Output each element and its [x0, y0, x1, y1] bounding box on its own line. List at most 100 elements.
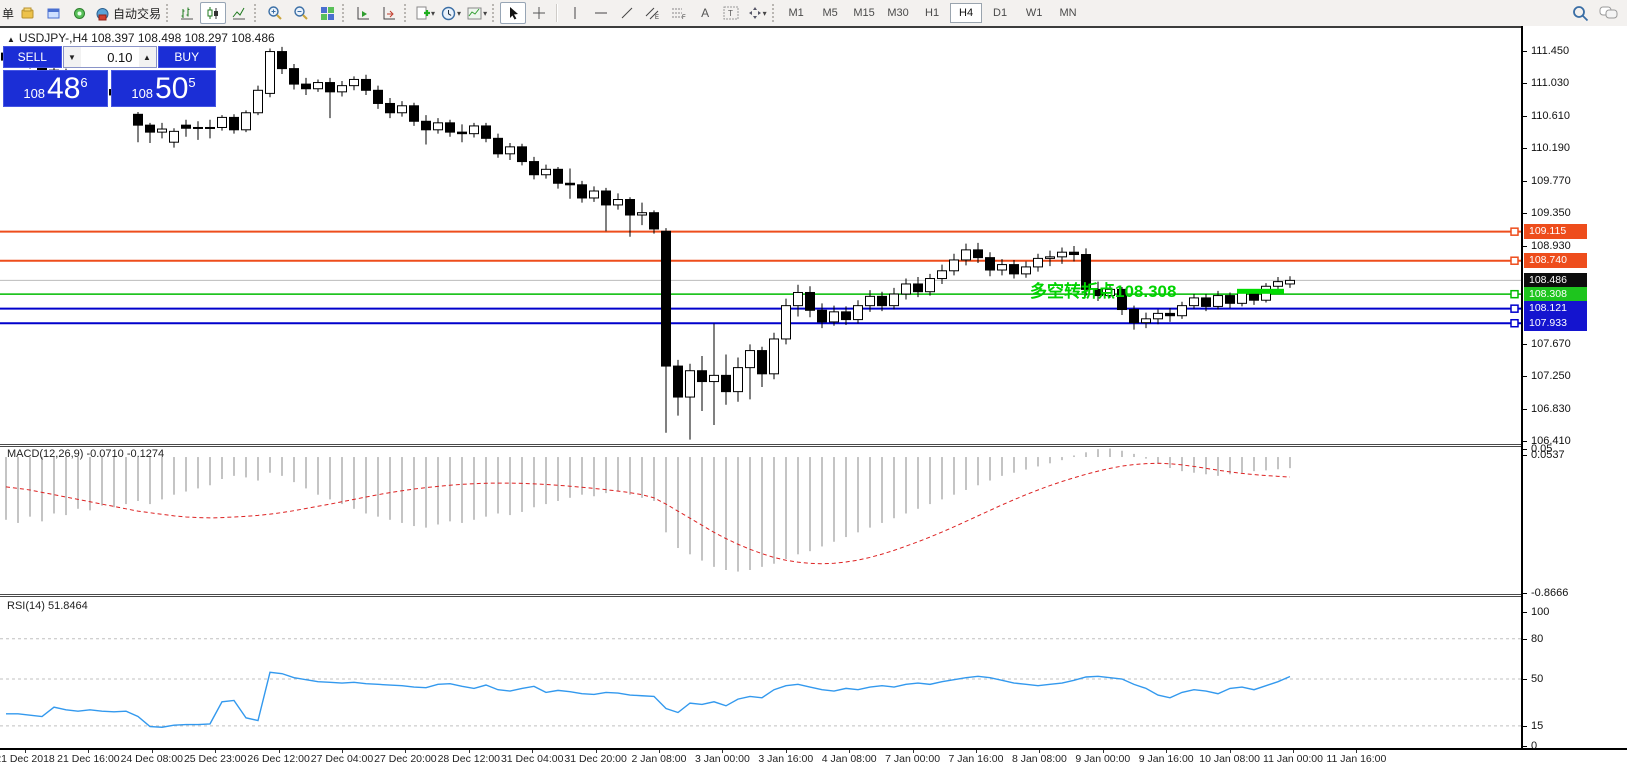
volume-decrease-button[interactable]: ▼ [64, 47, 81, 67]
axis-tick [1523, 612, 1527, 613]
navigator-icon[interactable] [40, 2, 66, 24]
vertical-line-tool[interactable] [562, 2, 588, 24]
pane-separator[interactable] [0, 444, 1627, 445]
time-label: 4 Jan 08:00 [822, 753, 877, 765]
chart-title: ▲USDJPY-,H4 108.397 108.498 108.297 108.… [7, 31, 275, 45]
timeframe-H1[interactable]: H1 [916, 3, 948, 23]
time-label: 9 Jan 16:00 [1139, 753, 1194, 765]
price-tag: 108.740 [1524, 253, 1587, 268]
timeframe-M15[interactable]: M15 [848, 3, 880, 23]
axis-tick [1523, 449, 1527, 450]
zoom-in-icon[interactable] [262, 2, 288, 24]
volume-increase-button[interactable]: ▲ [139, 47, 156, 67]
price-tag: 108.121 [1524, 301, 1587, 316]
profile-icon[interactable] [14, 2, 40, 24]
autotrading-button[interactable]: 自动交易 [92, 2, 164, 24]
bar-chart-icon[interactable] [174, 2, 200, 24]
axis-tick [1523, 726, 1527, 727]
auto-scroll-glyph [356, 6, 371, 21]
indicators-icon [415, 6, 430, 21]
text-label-tool[interactable]: T [718, 2, 744, 24]
buy-button[interactable]: BUY [158, 46, 217, 68]
templates-button[interactable]: ▾ [464, 2, 490, 24]
equidistant-channel-tool[interactable]: E [640, 2, 666, 24]
axis-tick [1523, 116, 1527, 117]
timeframe-D1[interactable]: D1 [984, 3, 1016, 23]
timeframe-W1[interactable]: W1 [1018, 3, 1050, 23]
indicators-button[interactable]: ▾ [412, 2, 438, 24]
new-order-button[interactable]: 单 [2, 5, 14, 22]
axis-tick [1523, 455, 1527, 456]
tile-windows-icon[interactable] [314, 2, 340, 24]
time-label: 2 Jan 08:00 [632, 753, 687, 765]
time-label: 31 Dec 20:00 [564, 753, 626, 765]
arrows-tool[interactable]: ▾ [744, 2, 770, 24]
price-tag: 109.115 [1524, 224, 1587, 239]
macd-indicator-label: MACD(12,26,9) -0.0710 -0.1274 [7, 448, 164, 460]
sell-price-big: 48 [47, 74, 80, 104]
auto-scroll-icon[interactable] [350, 2, 376, 24]
buy-price-prefix: 108 [131, 86, 153, 101]
volume-input[interactable] [81, 47, 139, 67]
timeframe-H4[interactable]: H4 [950, 3, 982, 23]
chevron-down-icon: ▾ [431, 9, 435, 18]
pane-separator [0, 446, 1627, 447]
axis-label: 80 [1531, 632, 1543, 646]
signal-objects-layer: 多空转折点108.308 [1030, 228, 1518, 327]
vertical-line-icon [569, 6, 581, 20]
text-tool[interactable]: A [692, 2, 718, 24]
axis-label: 109.770 [1531, 174, 1571, 188]
zoom-out-icon[interactable] [288, 2, 314, 24]
crosshair-tool[interactable] [526, 2, 552, 24]
time-axis[interactable]: 21 Dec 201821 Dec 16:0024 Dec 08:0025 De… [0, 750, 1627, 768]
search-icon[interactable] [1572, 5, 1589, 22]
axis-label: 110.190 [1531, 141, 1570, 155]
time-label: 24 Dec 08:00 [121, 753, 183, 765]
pane-separator[interactable] [0, 594, 1627, 595]
axis-tick [1523, 746, 1527, 747]
svg-text:T: T [728, 9, 733, 18]
timeframe-MN[interactable]: MN [1052, 3, 1084, 23]
time-label: 26 Dec 12:00 [247, 753, 309, 765]
axis-tick [1523, 181, 1527, 182]
main-toolbar: 单 自动交易 ▾ ▾ [0, 0, 1627, 27]
time-label: 31 Dec 04:00 [501, 753, 563, 765]
chevron-down-icon: ▾ [457, 9, 461, 18]
axis-tick [1523, 83, 1527, 84]
trendline-tool[interactable] [614, 2, 640, 24]
cursor-tool[interactable] [500, 2, 526, 24]
chart-canvas[interactable]: 多空转折点108.308 [0, 26, 1521, 750]
timeframe-group: M1M5M15M30H1H4D1W1MN [780, 3, 1084, 23]
candlestick-chart-icon[interactable] [200, 2, 226, 24]
timeframe-M30[interactable]: M30 [882, 3, 914, 23]
buy-price-big: 50 [155, 74, 188, 104]
profile-icon [20, 6, 35, 21]
horizontal-line-tool[interactable] [588, 2, 614, 24]
axis-label: 0.0537 [1531, 448, 1565, 462]
chart-shift-icon[interactable] [376, 2, 402, 24]
time-label: 11 Jan 16:00 [1326, 753, 1386, 765]
trendline-icon [620, 6, 634, 20]
axis-label: 111.450 [1531, 44, 1569, 58]
autotrading-icon [95, 6, 110, 21]
fibonacci-tool[interactable]: F [666, 2, 692, 24]
periods-button[interactable]: ▾ [438, 2, 464, 24]
text-label-icon: T [723, 6, 739, 20]
price-axis[interactable]: 111.450111.030110.610110.190109.770109.3… [1523, 26, 1627, 748]
hline-layer [0, 232, 1521, 324]
time-label: 21 Dec 2018 [0, 753, 55, 765]
axis-tick [1523, 51, 1527, 52]
rsi-layer [0, 639, 1521, 727]
axis-tick [1523, 213, 1527, 214]
collapse-panel-arrow[interactable]: ▲ [7, 35, 15, 44]
time-label: 7 Jan 16:00 [949, 753, 1004, 765]
timeframe-M5[interactable]: M5 [814, 3, 846, 23]
svg-text:多空转折点108.308: 多空转折点108.308 [1030, 281, 1176, 301]
timeframe-M1[interactable]: M1 [780, 3, 812, 23]
sell-price-button[interactable]: 108 48 6 [3, 70, 108, 107]
buy-price-button[interactable]: 108 50 5 [111, 70, 216, 107]
line-chart-icon[interactable] [226, 2, 252, 24]
sell-button[interactable]: SELL [3, 46, 62, 68]
alerts-icon[interactable] [66, 2, 92, 24]
chat-icon[interactable] [1599, 5, 1619, 21]
